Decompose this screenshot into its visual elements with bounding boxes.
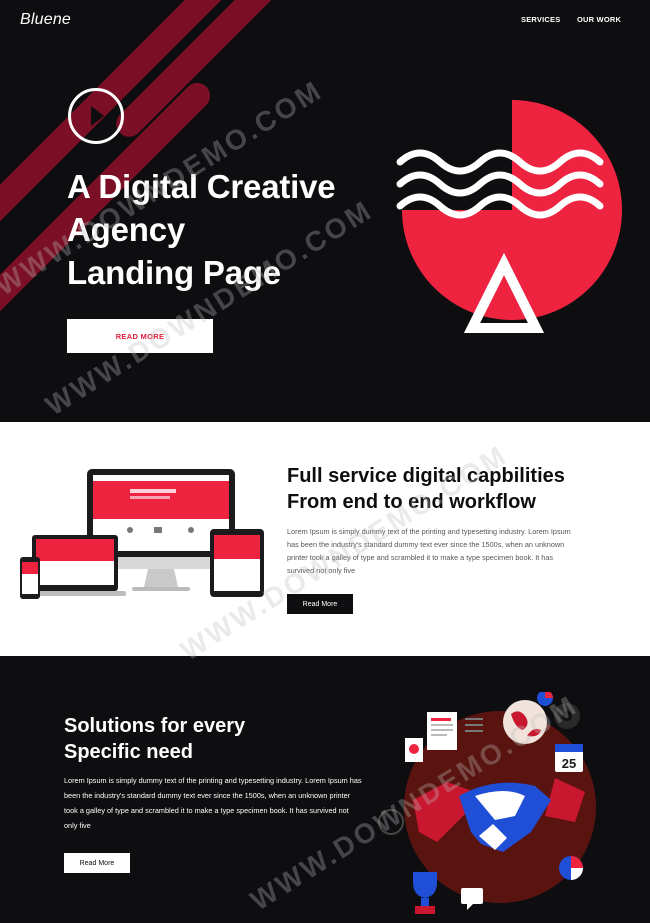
chat-icon: [461, 888, 483, 910]
hero-illustration: [396, 100, 622, 333]
hero-title: A Digital Creative Agency Landing Page: [67, 165, 387, 294]
services-title-line: Full service digital capbilities: [287, 465, 565, 487]
hero-title-line: Landing Page: [67, 254, 281, 291]
handshake-illustration: 25: [378, 692, 596, 914]
solutions-description: Lorem Ipsum is simply dummy text of the …: [64, 776, 362, 830]
services-title: Full service digital capbilities From en…: [287, 463, 617, 515]
services-description: Lorem Ipsum is simply dummy text of the …: [287, 527, 571, 575]
calendar-icon: 25: [555, 744, 583, 772]
hero-section: Bluene SERVICES OUR WORK A Digital Creat…: [0, 0, 650, 422]
gear-icon: [554, 703, 580, 729]
nav-services[interactable]: SERVICES: [521, 15, 560, 24]
solutions-title-line: Solutions for every: [64, 715, 246, 737]
solutions-read-more-button[interactable]: Read More: [64, 853, 130, 873]
nav-our-work[interactable]: OUR WORK: [577, 15, 621, 24]
read-more-button[interactable]: READ MORE: [67, 319, 213, 353]
services-read-more-button[interactable]: Read More: [287, 594, 353, 614]
hero-title-line: A Digital Creative: [67, 168, 336, 205]
services-section: Full service digital capbilities From en…: [0, 422, 650, 656]
solutions-title: Solutions for every Specific need: [64, 713, 324, 765]
solutions-title-line: Specific need: [64, 741, 193, 763]
services-title-line: From end to end workflow: [287, 491, 536, 513]
hero-title-line: Agency: [67, 211, 186, 248]
trophy-icon: [413, 872, 437, 914]
solutions-section: Solutions for every Specific need Lorem …: [0, 656, 650, 923]
globe-icon: [503, 700, 547, 744]
calendar-day: 25: [562, 756, 576, 771]
play-icon[interactable]: [67, 87, 125, 145]
brand-logo[interactable]: Bluene: [20, 11, 71, 29]
devices-illustration: [20, 469, 264, 599]
